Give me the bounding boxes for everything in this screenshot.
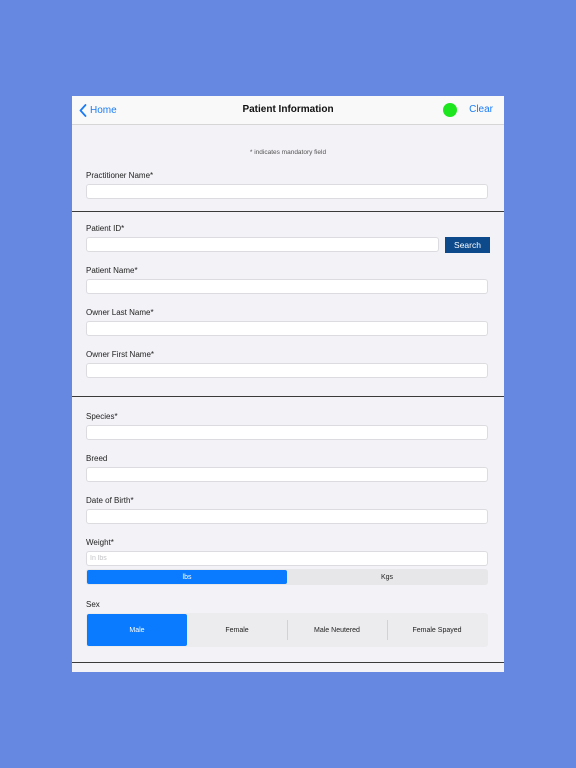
- weight-label: Weight*: [86, 538, 114, 547]
- section-divider: [72, 396, 504, 397]
- search-button[interactable]: Search: [445, 237, 490, 253]
- weight-input[interactable]: [86, 551, 488, 566]
- owner-last-name-input[interactable]: [86, 321, 488, 336]
- date-of-birth-input[interactable]: [86, 509, 488, 524]
- mandatory-field-note: * indicates mandatory field: [249, 149, 327, 156]
- patient-name-label: Patient Name*: [86, 266, 138, 275]
- navigation-bar: Home Patient Information Clear: [72, 96, 504, 125]
- page-title: Patient Information: [242, 104, 334, 115]
- section-divider: [72, 211, 504, 212]
- sex-label: Sex: [86, 600, 100, 609]
- sex-option-male[interactable]: Male: [87, 614, 187, 646]
- owner-last-name-label: Owner Last Name*: [86, 308, 154, 317]
- patient-id-label: Patient ID*: [86, 224, 125, 233]
- date-of-birth-label: Date of Birth*: [86, 496, 134, 505]
- section-divider: [72, 662, 504, 663]
- owner-first-name-input[interactable]: [86, 363, 488, 378]
- species-input[interactable]: [86, 425, 488, 440]
- app-window: Home Patient Information Clear * indicat…: [72, 96, 504, 672]
- species-label: Species*: [86, 412, 118, 421]
- unit-option-kgs[interactable]: Kgs: [287, 570, 487, 584]
- sex-selector: Male Female Male Neutered Female Spayed: [86, 613, 488, 647]
- breed-input[interactable]: [86, 467, 488, 482]
- owner-first-name-label: Owner First Name*: [86, 350, 155, 359]
- practitioner-name-label: Practitioner Name*: [86, 171, 154, 180]
- sex-option-female[interactable]: Female: [187, 614, 287, 646]
- connection-status-indicator: [443, 103, 457, 117]
- clear-button[interactable]: Clear: [469, 104, 493, 115]
- patient-name-input[interactable]: [86, 279, 488, 294]
- unit-option-lbs[interactable]: lbs: [87, 570, 287, 584]
- patient-id-input[interactable]: [86, 237, 439, 252]
- practitioner-name-input[interactable]: [86, 184, 488, 199]
- breed-label: Breed: [86, 454, 108, 463]
- sex-option-male-neutered[interactable]: Male Neutered: [287, 614, 387, 646]
- weight-unit-selector: lbs Kgs: [86, 569, 488, 585]
- sex-option-female-spayed[interactable]: Female Spayed: [387, 614, 487, 646]
